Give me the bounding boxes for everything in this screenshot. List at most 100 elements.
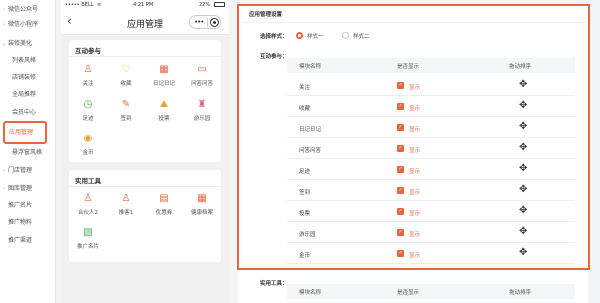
table-row: 游乐园 ✓ 显示 ✥ [287,223,575,243]
game-icon: ♜ [197,99,207,110]
sidebar-item-member-center[interactable]: 会员中心 [0,106,56,119]
sidebar-item-list-style[interactable]: 列表风格 [0,54,56,67]
table-row: 投票 ✓ 显示 ✥ [287,202,575,222]
drag-handle-icon[interactable]: ✥ [519,247,527,258]
coupon-icon: ▤ [159,193,169,204]
style-label: 选择样式： [260,34,288,40]
clock-icon: ◷ [83,99,93,110]
tile-playground[interactable]: ♜ 游乐园 [184,99,220,129]
table-row: 收藏 ✓ 显示 ✥ [287,97,575,117]
tile-coin[interactable]: ◉ 金币 [70,133,106,163]
tile-qa[interactable]: ▭ 问答问答 [184,64,220,94]
nav-bar: ‹ 应用管理 ••• [61,10,229,35]
show-checkbox[interactable]: ✓ [397,145,404,152]
drag-handle-icon[interactable]: ✥ [519,121,527,132]
vote-icon: ⛰ [159,99,169,110]
sidebar-item-store-management[interactable]: › 门店管理 [0,164,56,177]
drag-handle-icon[interactable]: ✥ [519,79,527,90]
card-tools: 实用工具 ♙ 合伙人2 ♙ 推客1 ▤ 优惠券 ▦ 健康档案 ▧ 推广名片 [69,170,221,262]
show-checkbox[interactable]: ✓ [397,250,404,257]
tile-partner[interactable]: ♙ 合伙人2 [70,193,106,223]
battery-icon [214,2,225,7]
sidebar-item-float-style[interactable]: 悬浮窗风格 [0,146,56,159]
chat-icon: ▭ [197,64,207,75]
chevron-down-icon: ⌄ [1,41,7,47]
table-row: 问答问答 ✓ 显示 ✥ [287,139,575,159]
show-checkbox[interactable]: ✓ [397,82,404,89]
divider [242,22,586,23]
show-checkbox[interactable]: ✓ [397,208,404,215]
tile-vote[interactable]: ⛰ 投票 [146,99,182,129]
tile-coupon[interactable]: ▤ 优惠券 [146,193,182,223]
chevron-right-icon: › [3,7,5,13]
sidebar-item-wechat-miniprogram[interactable]: › 微信小程序 [0,18,56,31]
radio-label: 样式一 [307,34,324,40]
drag-handle-icon[interactable]: ✥ [519,163,527,174]
tile-favorite[interactable]: ♡ 收藏 [108,64,144,94]
interact-label: 互动参与： [260,54,288,60]
follow-icon: ♙ [83,64,93,75]
tile-promo-card[interactable]: ▧ 推广名片 [70,227,106,257]
show-checkbox[interactable]: ✓ [397,229,404,236]
chevron-right-icon: › [3,168,5,174]
show-checkbox[interactable]: ✓ [397,103,404,110]
capsule-menu[interactable]: ••• [189,15,221,29]
radio-style-two[interactable] [342,32,349,39]
heart-icon: ♡ [121,64,131,75]
phone-preview: ••••• BELL ≋ 4:21 PM 22% ‹ 应用管理 ••• 互动参与… [61,0,229,303]
tile-health[interactable]: ▦ 健康档案 [184,193,220,223]
divider [69,186,221,187]
sidebar-item-gallery[interactable]: › 图库管理 [0,182,56,195]
show-checkbox[interactable]: ✓ [397,124,404,131]
referrer-icon: ♙ [121,193,131,204]
table-row: 足迹 ✓ 显示 ✥ [287,160,575,180]
sidebar-item-wechat-official[interactable]: › 微信公众号 [0,3,56,16]
sidebar-item-app-management[interactable]: 应用管理 [9,127,33,136]
tile-footprint[interactable]: ◷ 足迹 [70,99,106,129]
table-row: 日记日记 ✓ 显示 ✥ [287,118,575,138]
tile-checkin[interactable]: ✎ 签到 [108,99,144,129]
carrier: ••••• BELL [65,2,94,8]
sidebar-nav: › 微信公众号 › 微信小程序 ⌄ 装修美化 列表风格 店铺装修 全局推荐 会员中心 … [0,0,56,303]
capsule-divider [207,18,208,27]
sign-icon: ✎ [121,99,131,110]
tile-diary[interactable]: ▦ 日记日记 [146,64,182,94]
tile-referrer[interactable]: ♙ 推客1 [108,193,144,223]
drag-handle-icon[interactable]: ✥ [519,142,527,153]
card-title: 互动参与 [75,47,101,55]
coin-icon: ◉ [83,133,93,144]
table-header: 模块名称 是否显示 拖动排序 [287,284,575,299]
status-bar: ••••• BELL ≋ 4:21 PM 22% [61,0,229,10]
close-mini-icon[interactable] [210,18,219,27]
radio-label: 样式二 [353,34,370,40]
table-header: 模块名称 是否显示 拖动排序 [287,58,575,73]
chevron-right-icon: › [3,22,5,28]
sidebar-item-promo-material[interactable]: 推广物料 [0,216,56,229]
diary-icon: ▦ [159,64,169,75]
sidebar-item-decoration[interactable]: ⌄ 装修美化 [0,37,56,50]
drag-handle-icon[interactable]: ✥ [519,226,527,237]
panel-title: 应用管理设置 [249,12,283,18]
drag-handle-icon[interactable]: ✥ [519,205,527,216]
card-title: 实用工具 [75,177,101,185]
health-icon: ▦ [197,193,207,204]
drag-handle-icon[interactable]: ✥ [519,184,527,195]
tile-follow[interactable]: ♙ 关注 [70,64,106,94]
table-row: 关注 ✓ 显示 ✥ [287,76,575,96]
radio-style-one[interactable] [296,32,303,39]
drag-handle-icon[interactable]: ✥ [519,100,527,111]
sidebar-item-promo-channel[interactable]: 推广渠道 [0,234,56,247]
card-icon: ▧ [83,227,93,238]
sidebar-item-promo-card[interactable]: 推广名片 [0,199,56,212]
show-checkbox[interactable]: ✓ [397,187,404,194]
card-interact: 互动参与 ♙ 关注 ♡ 收藏 ▦ 日记日记 ▭ 问答问答 ◷ 足迹 ✎ 签到 ⛰ 投票 ♜ 游乐… [69,40,221,162]
table-row: 金币 ✓ 显示 ✥ [287,244,575,264]
sidebar-item-global-recommend[interactable]: 全局推荐 [0,88,56,101]
sidebar-item-shop-decoration[interactable]: 店铺装修 [0,71,56,84]
show-checkbox[interactable]: ✓ [397,166,404,173]
more-icon[interactable]: ••• [194,18,204,26]
wifi-icon: ≋ [97,2,102,8]
clock: 4:21 PM [133,2,154,8]
tools-label: 实用工具： [260,281,288,287]
divider [69,56,221,57]
